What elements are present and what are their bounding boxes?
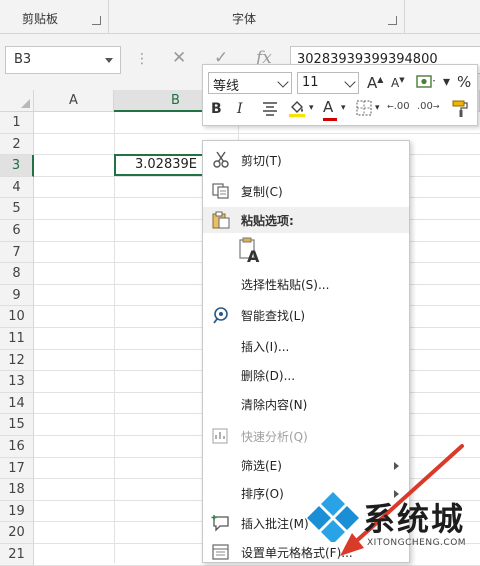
watermark-title: 系统城 <box>363 500 466 538</box>
watermark-logo: 系统城 XITONGCHENG.COM <box>305 478 480 563</box>
logo-diamonds-icon <box>307 492 359 542</box>
watermark-url: XITONGCHENG.COM <box>367 538 467 548</box>
